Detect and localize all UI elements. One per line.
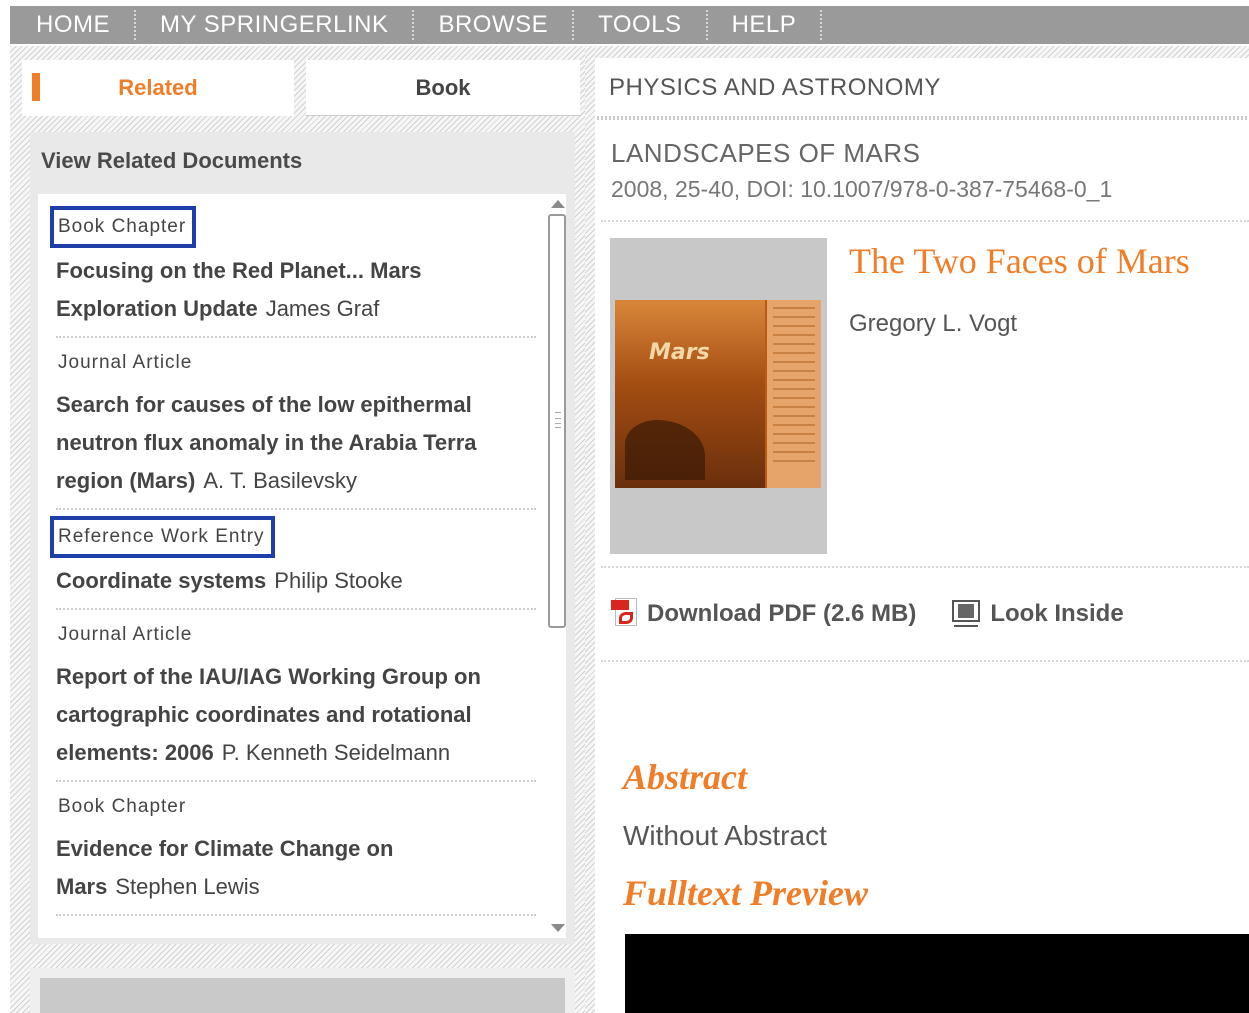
entry-text: Report of the IAU/IAG Working Group on c…: [56, 658, 536, 772]
list-item: Reference Work Entry Coordinate systems P…: [50, 510, 536, 610]
subject-breadcrumb[interactable]: PHYSICS AND ASTRONOMY: [609, 74, 941, 102]
entry-author: Philip Stooke: [274, 568, 403, 593]
nav-help[interactable]: HELP: [708, 10, 823, 40]
look-inside-button[interactable]: Look Inside: [950, 598, 1124, 630]
column-divider: [585, 46, 595, 1013]
cover-title-text: Mars: [649, 340, 710, 365]
divider: [601, 566, 1249, 568]
download-pdf-button[interactable]: Download PDF (2.6 MB): [611, 598, 916, 630]
related-list: Book Chapter Focusing on the Red Planet.…: [49, 200, 536, 916]
entry-text: Search for causes of the low epithermal …: [56, 386, 536, 500]
tab-related-label: Related: [118, 75, 198, 100]
look-inside-label: Look Inside: [990, 600, 1124, 627]
list-item: Journal Article Search for causes of the…: [56, 338, 536, 510]
fulltext-preview-heading: Fulltext Preview: [623, 873, 868, 913]
entry-text: Coordinate systems Philip Stooke: [56, 562, 536, 600]
fulltext-preview-viewer[interactable]: [625, 934, 1249, 1013]
tab-book[interactable]: Book: [306, 60, 580, 116]
chapter-author[interactable]: Gregory L. Vogt: [849, 310, 1017, 338]
list-item: Book Chapter Evidence for Climate Change…: [56, 782, 536, 916]
top-divider: [595, 46, 1249, 58]
lower-panel: [30, 968, 575, 1013]
entry-author: P. Kenneth Seidelmann: [221, 740, 451, 765]
nav-home[interactable]: HOME: [10, 10, 136, 40]
scroll-thumb[interactable]: [548, 214, 566, 628]
entry-text: Evidence for Climate Change on Mars Steph…: [56, 830, 536, 906]
entry-author: James Graf: [265, 296, 380, 321]
cover-back-text: [767, 300, 821, 488]
tab-related[interactable]: Related: [22, 60, 294, 116]
entry-author: A. T. Basilevsky: [203, 468, 358, 493]
related-documents-panel: View Related Documents Book Chapter Focu…: [30, 132, 575, 944]
abstract-text: Without Abstract: [623, 820, 827, 851]
abstract-heading: Abstract: [623, 757, 748, 797]
action-bar: Download PDF (2.6 MB) Look Inside: [611, 594, 1158, 634]
left-column: Related Book View Related Documents Book…: [10, 46, 585, 1013]
main-content: LANDSCAPES OF MARS 2008, 25-40, DOI: 10.…: [597, 120, 1249, 1013]
scroll-down-arrow-icon[interactable]: [551, 924, 565, 932]
related-list-scrollbar[interactable]: [548, 198, 566, 934]
lower-panel-header: [40, 978, 565, 1013]
book-title[interactable]: LANDSCAPES OF MARS: [611, 138, 921, 169]
tab-book-label: Book: [415, 74, 471, 100]
look-inside-icon: [950, 598, 984, 630]
nav-my-springerlink[interactable]: MY SPRINGERLINK: [136, 10, 415, 40]
scroll-up-arrow-icon[interactable]: [551, 200, 565, 208]
book-citation: 2008, 25-40, DOI: 10.1007/978-0-387-7546…: [611, 176, 1113, 202]
entry-type-label: Reference Work Entry: [50, 516, 275, 558]
entry-author: Stephen Lewis: [115, 874, 260, 899]
divider: [601, 660, 1249, 662]
entry-title-link[interactable]: Coordinate systems: [56, 568, 266, 593]
nav-tools[interactable]: TOOLS: [574, 10, 708, 40]
book-cover-image: Mars: [615, 300, 821, 488]
entry-text: Focusing on the Red Planet... Mars Explo…: [56, 252, 536, 328]
subject-bar: PHYSICS AND ASTRONOMY: [597, 60, 1249, 116]
related-documents-title: View Related Documents: [41, 148, 303, 173]
pdf-icon: [611, 598, 641, 630]
entry-type-label: Journal Article: [58, 352, 193, 373]
top-navigation: HOME MY SPRINGERLINK BROWSE TOOLS HELP: [10, 6, 1249, 44]
scroll-grip-icon: [555, 412, 561, 428]
related-list-box[interactable]: Book Chapter Focusing on the Red Planet.…: [38, 194, 566, 938]
nav-browse[interactable]: BROWSE: [414, 10, 575, 40]
chapter-title: The Two Faces of Mars: [849, 241, 1190, 281]
entry-type-label: Journal Article: [58, 624, 193, 645]
list-item: Journal Article Report of the IAU/IAG Wo…: [56, 610, 536, 782]
entry-type-label: Book Chapter: [58, 796, 187, 817]
entry-type-label: Book Chapter: [49, 206, 197, 248]
divider: [601, 220, 1249, 222]
book-cover[interactable]: Mars: [610, 238, 827, 554]
active-tab-marker: [32, 73, 40, 101]
list-item: Book Chapter Focusing on the Red Planet.…: [49, 200, 536, 338]
download-pdf-label: Download PDF (2.6 MB): [647, 600, 917, 627]
